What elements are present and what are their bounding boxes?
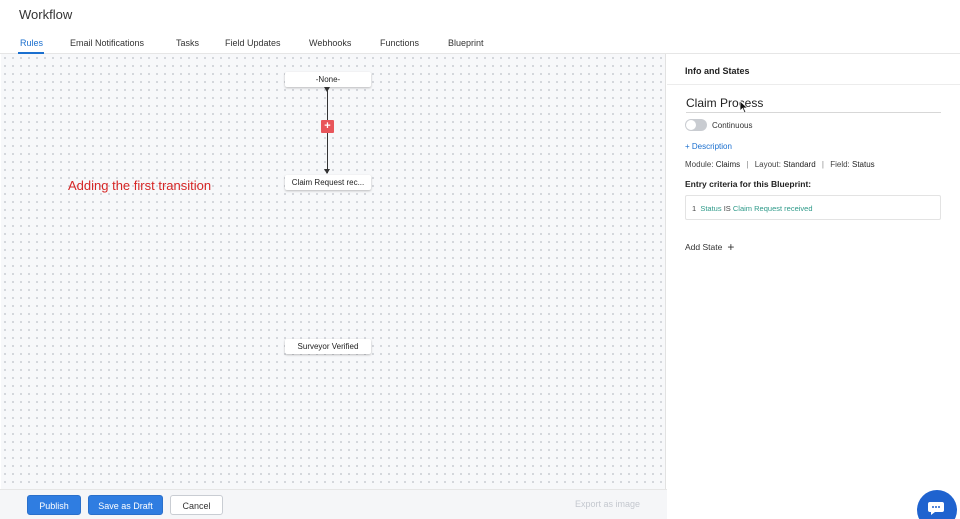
- meta-separator: |: [746, 160, 749, 169]
- add-transition-button[interactable]: +: [321, 120, 334, 133]
- layout-label: Layout:: [754, 160, 781, 169]
- entry-criteria-title: Entry criteria for this Blueprint:: [685, 179, 812, 189]
- criteria-row: 1 Status IS Claim Request received: [692, 204, 813, 213]
- panel-title: Info and States: [685, 66, 750, 76]
- add-description-link[interactable]: + Description: [685, 142, 732, 151]
- tab-rules[interactable]: Rules: [20, 38, 43, 48]
- criteria-field: Status: [700, 204, 722, 213]
- blueprint-meta: Module: Claims | Layout: Standard | Fiel…: [685, 160, 875, 169]
- tab-blueprint[interactable]: Blueprint: [448, 38, 484, 48]
- criteria-index: 1: [692, 204, 697, 213]
- tab-email-notifications[interactable]: Email Notifications: [70, 38, 144, 48]
- tab-functions[interactable]: Functions: [380, 38, 419, 48]
- continuous-toggle-label: Continuous: [712, 121, 753, 130]
- tab-field-updates[interactable]: Field Updates: [225, 38, 281, 48]
- tab-tasks[interactable]: Tasks: [176, 38, 199, 48]
- pointer-cursor-icon: [739, 100, 749, 114]
- chat-bubble-icon: [928, 502, 944, 515]
- state-node-none[interactable]: -None-: [285, 72, 371, 87]
- connector-arrowhead: [324, 169, 330, 174]
- continuous-toggle[interactable]: [685, 119, 707, 131]
- tab-bar: Rules Email Notifications Tasks Field Up…: [0, 30, 960, 54]
- panel-header: Info and States: [667, 54, 960, 85]
- cancel-button[interactable]: Cancel: [170, 495, 223, 515]
- field-value: Status: [852, 160, 875, 169]
- save-as-draft-button[interactable]: Save as Draft: [88, 495, 163, 515]
- field-label: Field:: [830, 160, 850, 169]
- blueprint-canvas[interactable]: -None- + Claim Request rec... Surveyor V…: [1, 54, 666, 489]
- blueprint-name-field[interactable]: Claim Process: [686, 96, 941, 113]
- state-node-surveyor-verified[interactable]: Surveyor Verified: [285, 339, 371, 354]
- export-as-image-link[interactable]: Export as image: [575, 499, 640, 509]
- annotation-caption: Adding the first transition: [68, 178, 212, 193]
- module-value: Claims: [715, 160, 741, 169]
- plus-icon: +: [727, 240, 735, 254]
- state-node-claim-request[interactable]: Claim Request rec...: [285, 175, 371, 190]
- criteria-operator: IS: [723, 204, 731, 213]
- footer-bar: Publish Save as Draft Cancel Export as i…: [0, 489, 668, 519]
- meta-separator: |: [821, 160, 824, 169]
- publish-button[interactable]: Publish: [27, 495, 81, 515]
- add-state-button[interactable]: Add State +: [685, 239, 735, 254]
- module-label: Module:: [685, 160, 714, 169]
- add-state-label: Add State: [685, 242, 723, 252]
- layout-value: Standard: [783, 160, 816, 169]
- app-title: Workflow: [19, 7, 73, 22]
- entry-criteria-box[interactable]: 1 Status IS Claim Request received: [685, 195, 941, 220]
- tab-webhooks[interactable]: Webhooks: [309, 38, 351, 48]
- info-states-panel: Info and States Claim Process Continuous…: [667, 54, 960, 519]
- criteria-value: Claim Request received: [732, 204, 813, 213]
